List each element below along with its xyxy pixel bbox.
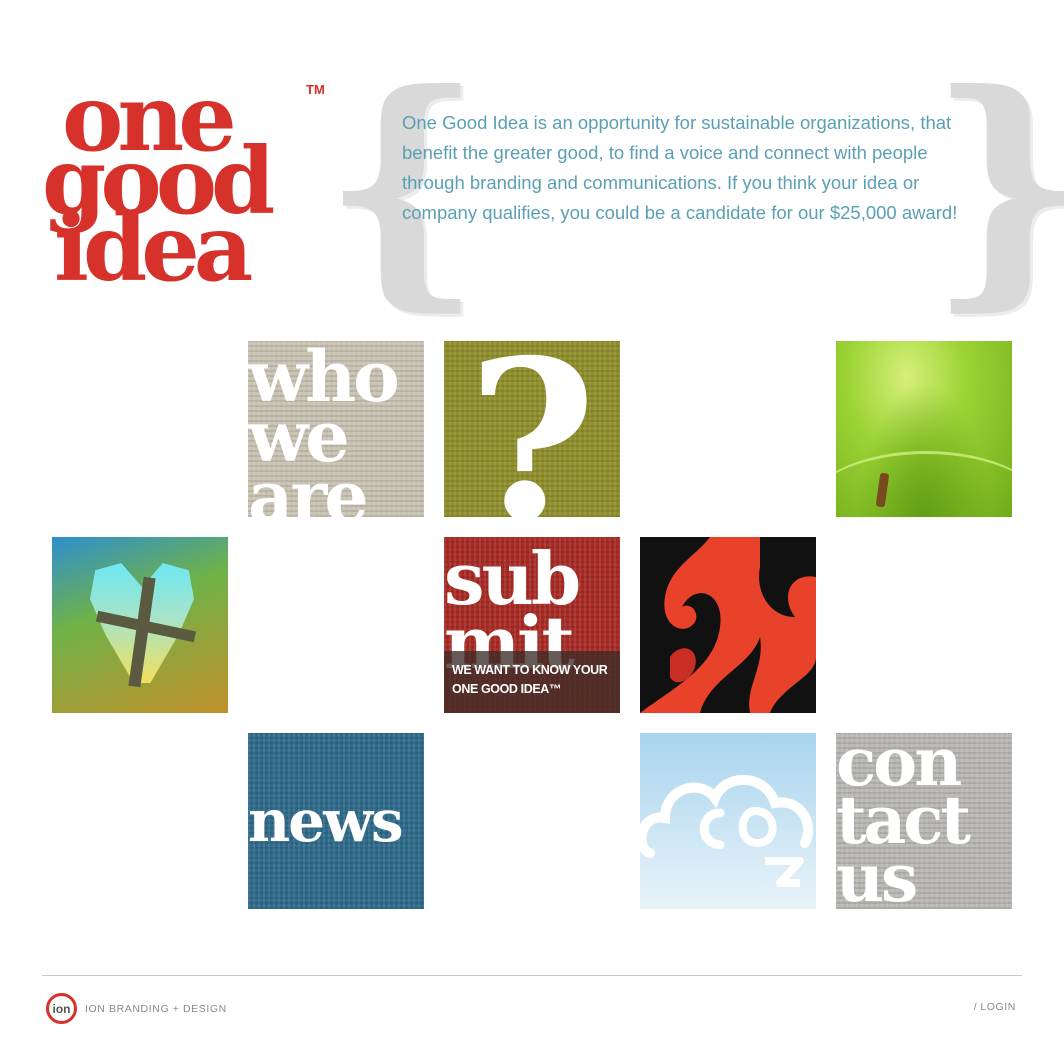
tile-apple[interactable]	[836, 341, 1012, 517]
tile-news[interactable]: news	[248, 733, 424, 909]
tile-news-label: news	[248, 787, 404, 855]
tile-who-we-are-label: who we are	[248, 341, 400, 518]
apple-highlight	[836, 451, 1012, 517]
flame-icon	[640, 537, 816, 713]
login-separator: /	[973, 1001, 978, 1013]
submit-caption-line2: ONE GOOD IDEA™	[452, 682, 561, 696]
intro-text: One Good Idea is an opportunity for sust…	[402, 112, 958, 223]
page: one good idea TM { One Good Idea is an o…	[0, 0, 1064, 1060]
tile-submit[interactable]: sub mit WE WANT TO KNOW YOUR ONE GOOD ID…	[444, 537, 620, 713]
logo-word-idea: idea	[54, 194, 253, 302]
tile-heart[interactable]	[52, 537, 228, 713]
submit-caption-line1: WE WANT TO KNOW YOUR	[452, 663, 608, 677]
tile-flame[interactable]	[640, 537, 816, 713]
cloud-co2-icon	[640, 774, 814, 887]
login-link[interactable]: LOGIN	[980, 1001, 1016, 1013]
tile-contact-us-label: con tact us	[836, 733, 971, 909]
ion-logo-text: ion	[52, 1001, 71, 1016]
tile-contact-us[interactable]: con tact us	[836, 733, 1012, 909]
tile-who-we-are[interactable]: who we are	[248, 341, 424, 517]
ion-logo-icon[interactable]: ion	[46, 993, 77, 1024]
tile-question[interactable]: ?	[444, 341, 620, 517]
one-good-idea-logo[interactable]: one good idea TM	[40, 72, 330, 302]
footer-divider	[42, 975, 1022, 976]
footer-brand-link[interactable]: ION BRANDING + DESIGN	[85, 1003, 227, 1015]
close-brace-icon: }	[928, 60, 1064, 310]
tile-cloud[interactable]	[640, 733, 816, 909]
footer-login: / LOGIN	[974, 1001, 1016, 1013]
question-mark-icon: ?	[467, 341, 597, 517]
submit-caption-overlay: WE WANT TO KNOW YOUR ONE GOOD IDEA™	[444, 651, 620, 713]
